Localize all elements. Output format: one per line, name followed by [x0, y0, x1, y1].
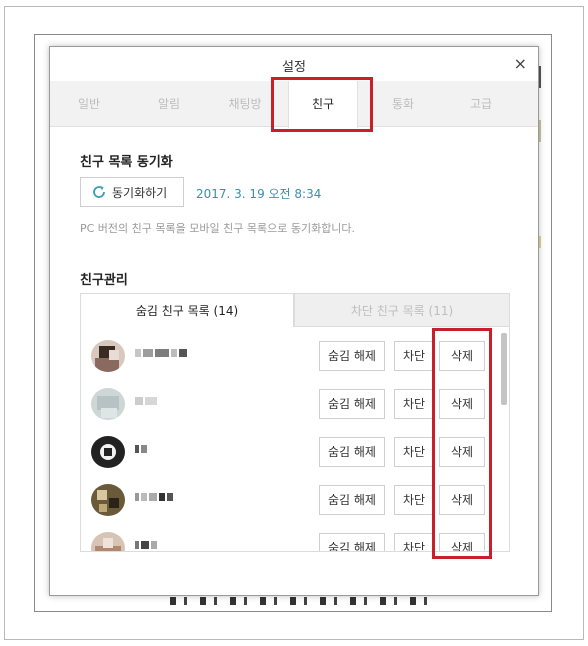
- unhide-button[interactable]: 숨김 해제: [319, 341, 385, 371]
- tab-hidden-friends[interactable]: 숨김 친구 목록 (14): [80, 293, 294, 327]
- avatar: [91, 388, 125, 420]
- delete-button[interactable]: 삭제: [439, 437, 485, 467]
- friend-name: [135, 541, 157, 551]
- list-item: 숨김 해제 차단 삭제: [81, 477, 499, 523]
- block-button[interactable]: 차단: [394, 533, 434, 551]
- unhide-button[interactable]: 숨김 해제: [319, 437, 385, 467]
- avatar: [91, 436, 125, 468]
- delete-button[interactable]: 삭제: [439, 485, 485, 515]
- block-button[interactable]: 차단: [394, 485, 434, 515]
- tab-calls[interactable]: 통화: [368, 81, 438, 127]
- tab-notifications[interactable]: 알림: [134, 81, 204, 127]
- hidden-friend-list: 숨김 해제 차단 삭제 숨김 해제 차단 삭제 숨김 해제 차단 삭제 숨김 해…: [80, 327, 510, 552]
- friend-name: [135, 493, 173, 503]
- tab-friends[interactable]: 친구: [288, 81, 358, 128]
- background-edge: [539, 66, 541, 88]
- sync-button-label: 동기화하기: [112, 185, 168, 200]
- settings-dialog: 설정 × 일반 알림 채팅방 친구 통화 고급 친구 목록 동기화 동기화하기 …: [49, 46, 539, 596]
- unhide-button[interactable]: 숨김 해제: [319, 533, 385, 551]
- dialog-title: 설정: [282, 60, 306, 75]
- background-edge: [539, 120, 541, 142]
- dialog-titlebar: 설정 ×: [50, 47, 538, 81]
- last-sync-time: 2017. 3. 19 오전 8:34: [196, 187, 322, 201]
- close-icon[interactable]: ×: [514, 54, 527, 73]
- background-text-strip: [170, 597, 440, 605]
- friend-name: [135, 397, 157, 407]
- sync-button[interactable]: 동기화하기: [80, 177, 184, 207]
- friend-list-tabs: 숨김 친구 목록 (14) 차단 친구 목록 (11): [80, 293, 510, 327]
- delete-button[interactable]: 삭제: [439, 533, 485, 551]
- unhide-button[interactable]: 숨김 해제: [319, 485, 385, 515]
- avatar: [91, 484, 125, 516]
- list-item: 숨김 해제 차단 삭제: [81, 429, 499, 475]
- list-item: 숨김 해제 차단 삭제: [81, 333, 499, 379]
- settings-tabbar: 일반 알림 채팅방 친구 통화 고급: [50, 81, 538, 128]
- block-button[interactable]: 차단: [394, 389, 434, 419]
- sync-section-title: 친구 목록 동기화: [80, 155, 173, 170]
- avatar: [91, 340, 125, 372]
- friend-management-title: 친구관리: [80, 273, 128, 288]
- refresh-icon: [91, 184, 107, 200]
- delete-button[interactable]: 삭제: [439, 389, 485, 419]
- background-edge: [539, 236, 541, 248]
- list-item: 숨김 해제 차단 삭제: [81, 381, 499, 427]
- tab-general[interactable]: 일반: [54, 81, 124, 127]
- tab-chatrooms[interactable]: 채팅방: [210, 81, 280, 127]
- tab-advanced[interactable]: 고급: [446, 81, 516, 127]
- avatar: [91, 532, 125, 551]
- block-button[interactable]: 차단: [394, 341, 434, 371]
- friend-name: [135, 349, 187, 359]
- tab-blocked-friends[interactable]: 차단 친구 목록 (11): [294, 293, 510, 327]
- block-button[interactable]: 차단: [394, 437, 434, 467]
- sync-description: PC 버전의 친구 목록을 모바일 친구 목록으로 동기화합니다.: [80, 222, 356, 235]
- unhide-button[interactable]: 숨김 해제: [319, 389, 385, 419]
- list-scrollbar[interactable]: [501, 333, 507, 405]
- friend-name: [135, 445, 147, 455]
- delete-button[interactable]: 삭제: [439, 341, 485, 371]
- list-item: 숨김 해제 차단 삭제: [81, 525, 499, 551]
